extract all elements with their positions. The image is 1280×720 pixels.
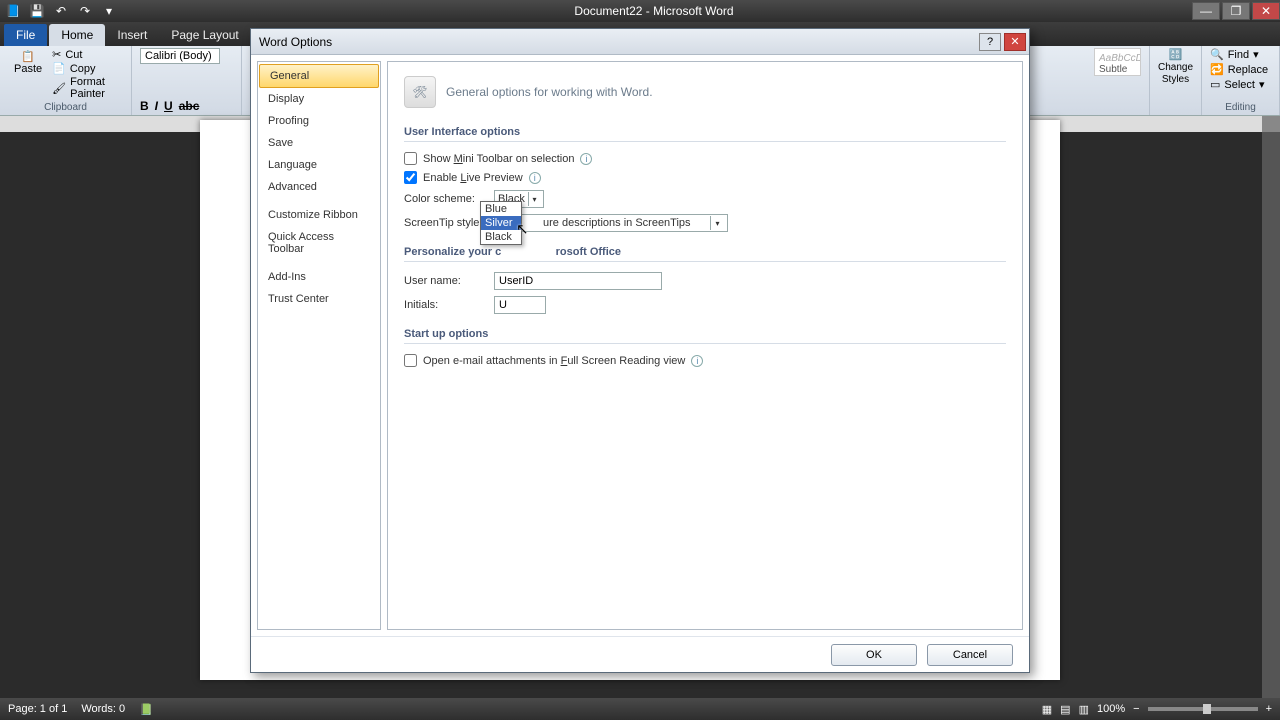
title-bar: 📘 💾 ↶ ↷ ▾ Document22 - Microsoft Word — … <box>0 0 1280 22</box>
italic-button[interactable]: I <box>155 99 158 113</box>
view-reading-icon[interactable]: ▤ <box>1060 703 1070 716</box>
options-nav-list: General Display Proofing Save Language A… <box>257 61 381 630</box>
clipboard-group-label: Clipboard <box>8 100 123 113</box>
section-ui-options: User Interface options <box>404 126 1006 142</box>
window-close-button[interactable]: ✕ <box>1252 2 1280 20</box>
live-preview-label: Enable Live Preview <box>423 172 523 184</box>
view-print-layout-icon[interactable]: ▦ <box>1042 703 1052 716</box>
nav-quick-access-toolbar[interactable]: Quick Access Toolbar <box>258 226 380 260</box>
find-icon: 🔍 <box>1210 48 1224 61</box>
qat-customize-icon[interactable]: ▾ <box>100 2 118 20</box>
content-header-text: General options for working with Word. <box>446 85 653 99</box>
brush-icon: 🖌 <box>52 82 66 95</box>
find-button[interactable]: 🔍Find ▾ <box>1210 48 1271 61</box>
cut-button[interactable]: ✂Cut <box>52 48 123 61</box>
color-scheme-label: Color scheme: <box>404 193 484 205</box>
options-content-pane: 🛠 General options for working with Word.… <box>387 61 1023 630</box>
status-page[interactable]: Page: 1 of 1 <box>8 703 67 716</box>
section-personalize: Personalize your copy of Microsoft Offic… <box>404 246 1006 262</box>
nav-display[interactable]: Display <box>258 88 380 110</box>
live-preview-checkbox[interactable] <box>404 171 417 184</box>
replace-button[interactable]: 🔁Replace <box>1210 63 1271 76</box>
replace-icon: 🔁 <box>1210 63 1224 76</box>
scroll-up-icon[interactable] <box>1262 116 1280 132</box>
general-options-icon: 🛠 <box>404 76 436 108</box>
cancel-button[interactable]: Cancel <box>927 644 1013 666</box>
cut-icon: ✂ <box>52 48 61 61</box>
screentip-style-label: ScreenTip style: <box>404 217 484 229</box>
zoom-in-button[interactable]: + <box>1266 703 1272 715</box>
tab-insert[interactable]: Insert <box>105 24 159 46</box>
zoom-slider[interactable] <box>1148 707 1258 711</box>
status-words[interactable]: Words: 0 <box>81 703 125 716</box>
chevron-down-icon: ▾ <box>710 216 724 230</box>
user-name-input[interactable] <box>494 272 662 290</box>
nav-language[interactable]: Language <box>258 154 380 176</box>
format-painter-button[interactable]: 🖌Format Painter <box>52 76 123 100</box>
word-options-dialog: Word Options ? ✕ General Display Proofin… <box>250 28 1030 673</box>
paste-button[interactable]: 📋 Paste <box>8 48 48 100</box>
nav-customize-ribbon[interactable]: Customize Ribbon <box>258 204 380 226</box>
maximize-button[interactable]: ❐ <box>1222 2 1250 20</box>
paste-icon: 📋 <box>21 50 35 63</box>
dialog-title: Word Options <box>259 35 332 49</box>
change-styles-icon: 🔠 <box>1169 49 1183 61</box>
color-scheme-option-silver[interactable]: Silver <box>481 216 521 230</box>
bold-button[interactable]: B <box>140 99 149 113</box>
color-scheme-option-black[interactable]: Black <box>481 230 521 244</box>
chevron-down-icon: ▾ <box>528 192 540 206</box>
nav-add-ins[interactable]: Add-Ins <box>258 266 380 288</box>
save-icon[interactable]: 💾 <box>28 2 46 20</box>
initials-input[interactable] <box>494 296 546 314</box>
dialog-close-button[interactable]: ✕ <box>1004 33 1026 51</box>
screentip-style-select[interactable]: ure descriptions in ScreenTips ▾ <box>494 214 728 232</box>
ok-button[interactable]: OK <box>831 644 917 666</box>
copy-button[interactable]: 📄Copy <box>52 62 123 75</box>
word-icon: 📘 <box>4 2 22 20</box>
style-subtle-em[interactable]: AaBbCcDdSubtle Em... <box>1094 48 1141 76</box>
status-bar: Page: 1 of 1 Words: 0 📗 ▦ ▤ ▥ 100% − + <box>0 698 1280 720</box>
minimize-button[interactable]: — <box>1192 2 1220 20</box>
tab-file[interactable]: File <box>4 24 47 46</box>
user-name-label: User name: <box>404 275 484 287</box>
select-icon: ▭ <box>1210 78 1220 91</box>
nav-advanced[interactable]: Advanced <box>258 176 380 198</box>
status-zoom[interactable]: 100% <box>1097 703 1125 715</box>
section-startup: Start up options <box>404 328 1006 344</box>
tab-page-layout[interactable]: Page Layout <box>159 24 250 46</box>
info-icon[interactable]: i <box>691 355 703 367</box>
email-attachments-label: Open e-mail attachments in Full Screen R… <box>423 355 685 367</box>
nav-general[interactable]: General <box>259 64 379 88</box>
zoom-out-button[interactable]: − <box>1133 703 1139 715</box>
copy-icon: 📄 <box>52 62 66 75</box>
initials-label: Initials: <box>404 299 484 311</box>
info-icon[interactable]: i <box>529 172 541 184</box>
window-title: Document22 - Microsoft Word <box>118 4 1190 18</box>
change-styles-button[interactable]: 🔠 Change Styles <box>1158 48 1193 85</box>
view-web-icon[interactable]: ▥ <box>1079 703 1089 716</box>
mini-toolbar-checkbox[interactable] <box>404 152 417 165</box>
redo-icon[interactable]: ↷ <box>76 2 94 20</box>
nav-save[interactable]: Save <box>258 132 380 154</box>
nav-trust-center[interactable]: Trust Center <box>258 288 380 310</box>
tab-home[interactable]: Home <box>49 24 105 46</box>
select-button[interactable]: ▭Select ▾ <box>1210 78 1271 91</box>
info-icon[interactable]: i <box>580 153 592 165</box>
underline-button[interactable]: U <box>164 99 173 113</box>
spellcheck-icon[interactable]: 📗 <box>139 703 153 716</box>
color-scheme-dropdown[interactable]: Blue Silver Black <box>480 201 522 245</box>
editing-group-label: Editing <box>1210 100 1271 113</box>
vertical-scrollbar[interactable] <box>1262 116 1280 698</box>
nav-proofing[interactable]: Proofing <box>258 110 380 132</box>
email-attachments-checkbox[interactable] <box>404 354 417 367</box>
strike-button[interactable]: abc <box>179 99 200 113</box>
font-name-select[interactable]: Calibri (Body) <box>140 48 220 64</box>
mini-toolbar-label: Show Mini Toolbar on selection <box>423 153 574 165</box>
color-scheme-option-blue[interactable]: Blue <box>481 202 521 216</box>
dialog-help-button[interactable]: ? <box>979 33 1001 51</box>
undo-icon[interactable]: ↶ <box>52 2 70 20</box>
